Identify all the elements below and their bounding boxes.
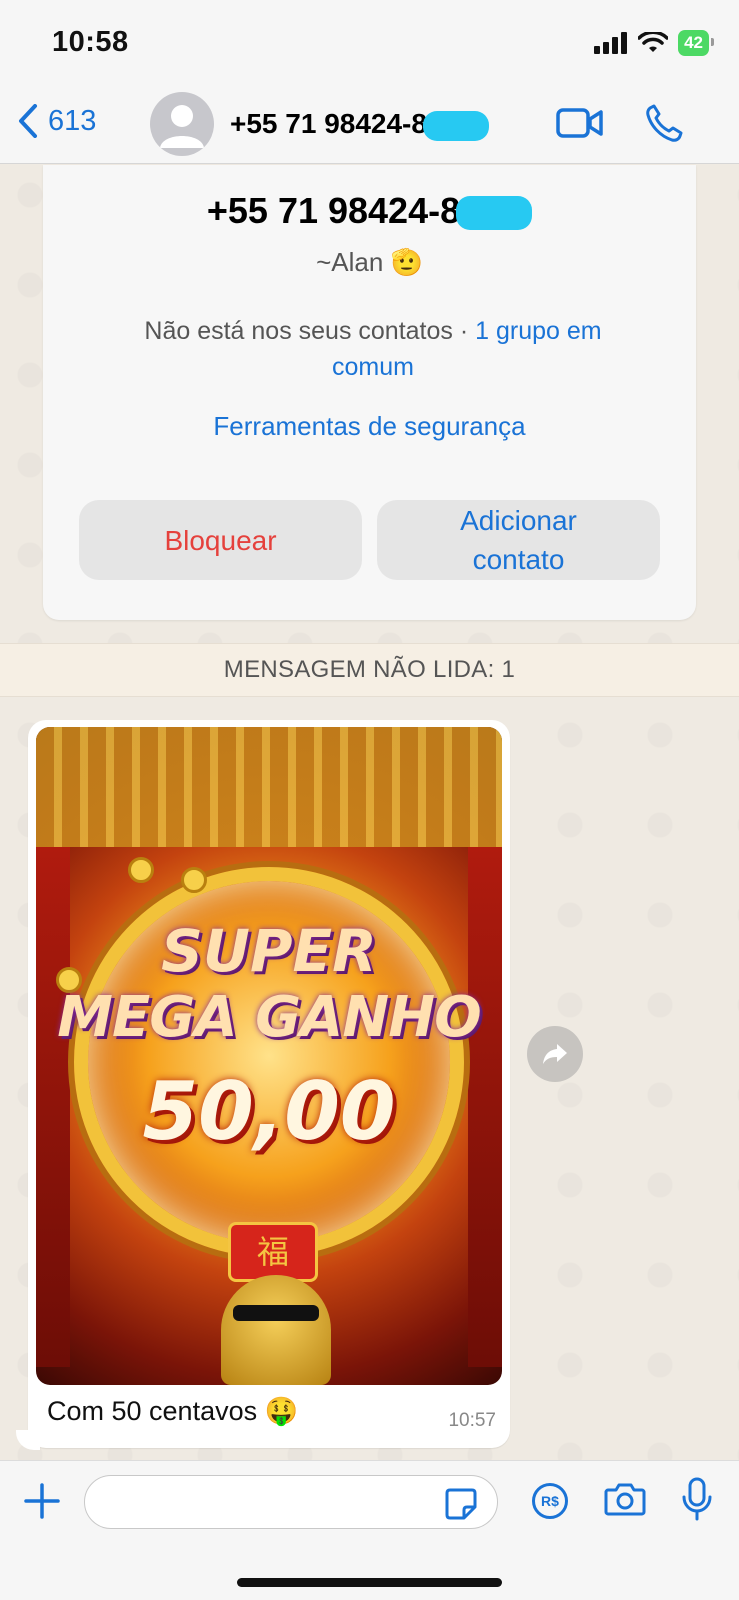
chat-header: 613 +55 71 98424-8	[0, 88, 739, 164]
avatar[interactable]	[150, 92, 214, 156]
safety-tools-link[interactable]: Ferramentas de segurança	[43, 411, 696, 442]
attach-button[interactable]	[22, 1481, 62, 1526]
coin-icon	[181, 867, 207, 893]
sticker-icon	[445, 1488, 477, 1520]
incoming-message[interactable]: SUPER MEGA GANHO 50,00 福 Com 50 centavos…	[28, 720, 510, 1448]
phone-icon	[646, 104, 683, 142]
redaction-mark	[456, 196, 533, 231]
bull-character	[221, 1275, 331, 1385]
camera-icon	[604, 1483, 646, 1516]
message-time: 10:57	[448, 1410, 496, 1431]
unread-chats-count: 613	[48, 104, 97, 137]
wifi-icon	[638, 32, 669, 52]
contact-title-text: +55 71 98424-8	[230, 108, 427, 139]
status-bar: 10:58 42	[0, 0, 739, 88]
card-contact-info: Não está nos seus contatos · 1 grupo em …	[103, 313, 643, 385]
voice-message-button[interactable]	[680, 1477, 714, 1528]
fortune-stamp: 福	[228, 1222, 318, 1282]
payment-button[interactable]: R$	[532, 1483, 568, 1519]
microphone-icon	[682, 1477, 712, 1521]
message-image[interactable]: SUPER MEGA GANHO 50,00 福	[36, 727, 502, 1385]
sticker-button[interactable]	[444, 1487, 478, 1526]
video-icon	[556, 108, 603, 138]
message-caption: Com 50 centavos 🤑	[47, 1396, 299, 1426]
sunglasses	[233, 1305, 319, 1321]
plus-icon	[24, 1483, 60, 1519]
not-in-contacts-text: Não está nos seus contatos ·	[144, 317, 476, 345]
card-contact-number-text: +55 71 98424-8	[206, 190, 461, 231]
message-input[interactable]	[84, 1475, 498, 1529]
image-text-amount: 50,00	[142, 1065, 396, 1158]
status-icons: 42	[594, 30, 714, 56]
block-button[interactable]: Bloquear	[79, 500, 362, 580]
person-icon	[160, 105, 204, 148]
redaction-mark	[422, 110, 489, 141]
add-contact-button[interactable]: Adicionar contato	[377, 500, 660, 580]
signal-icon	[594, 32, 628, 54]
video-call-button[interactable]	[556, 106, 604, 145]
chevron-left-icon	[19, 104, 37, 138]
camera-button[interactable]	[604, 1481, 646, 1522]
voice-call-button[interactable]	[644, 104, 684, 149]
forward-button[interactable]	[527, 1026, 583, 1082]
image-roof	[36, 727, 502, 847]
coin-icon	[128, 857, 154, 883]
unknown-contact-card: +55 71 98424-8 ~Alan 🫡 Não está nos seus…	[43, 165, 696, 620]
card-contact-number: +55 71 98424-8	[43, 190, 696, 232]
card-contact-alias: ~Alan 🫡	[316, 247, 423, 277]
image-text-super: SUPER	[161, 917, 377, 985]
unread-messages-banner: MENSAGEM NÃO LIDA: 1	[0, 643, 739, 697]
home-indicator	[237, 1578, 502, 1587]
back-button[interactable]: 613	[18, 104, 96, 138]
contact-title[interactable]: +55 71 98424-8	[230, 108, 489, 141]
battery-indicator: 42	[678, 30, 714, 56]
forward-icon	[543, 1044, 567, 1064]
status-time: 10:58	[52, 26, 129, 58]
image-text-mega-ganho: MEGA GANHO	[57, 985, 481, 1050]
add-contact-label: Adicionar contato	[460, 505, 577, 575]
